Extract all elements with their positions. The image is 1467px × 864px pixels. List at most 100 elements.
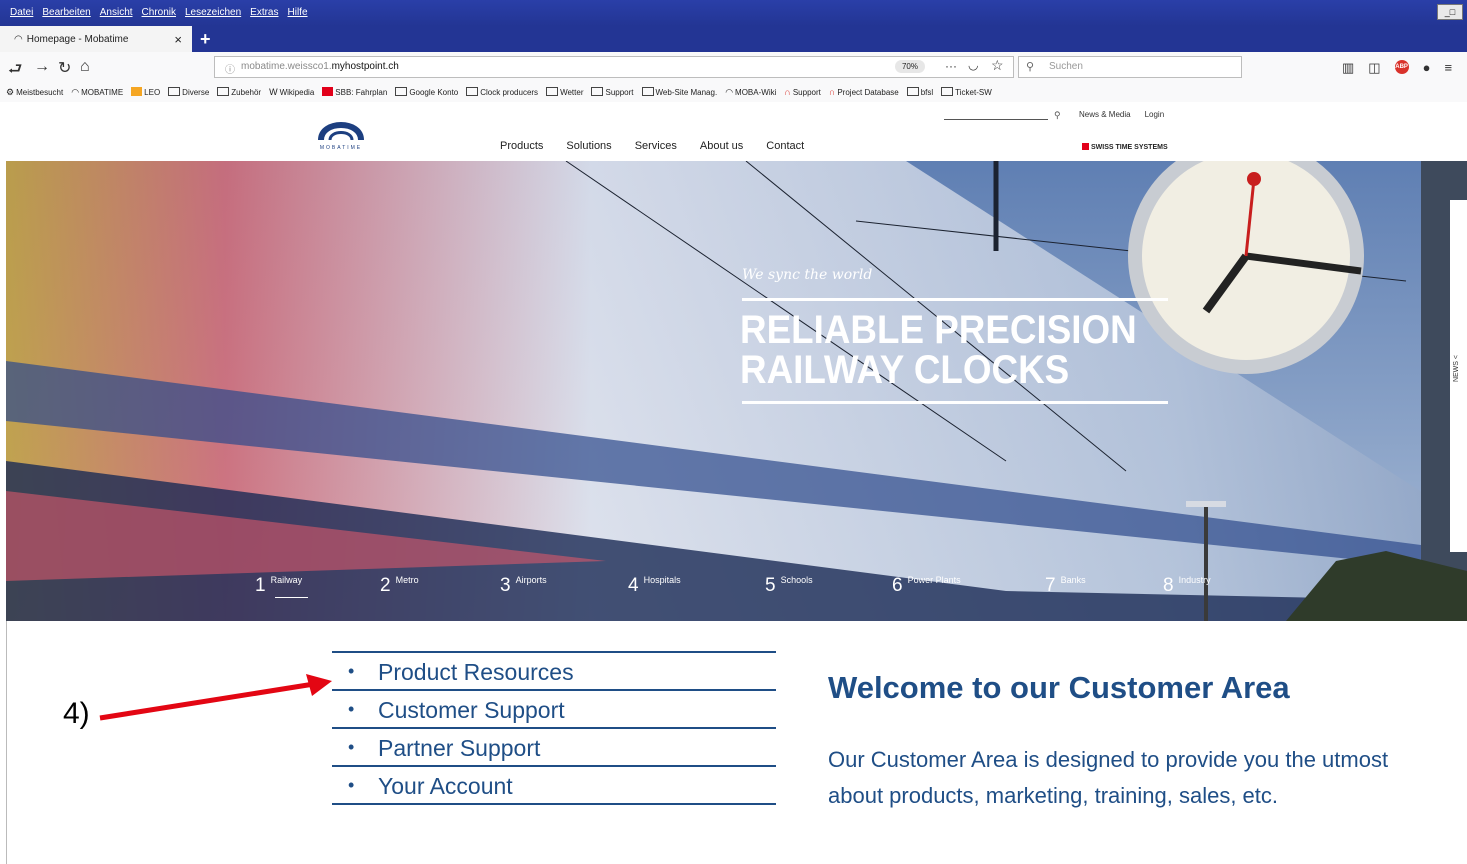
hero-tagline: We sync the world (742, 267, 873, 283)
nav-services[interactable]: Services (635, 140, 677, 152)
bookmark-label: Clock producers (480, 88, 539, 97)
library-icon[interactable]: ▥ (1342, 60, 1354, 76)
intro-text: Our Customer Area is designed to provide… (828, 742, 1467, 814)
bookmark-item[interactable]: Ticket-SW (941, 87, 992, 98)
bookmark-item[interactable]: ◠ MOBATIME (71, 87, 123, 98)
bookmark-item[interactable]: Wetter (546, 87, 583, 98)
bookmark-star-icon[interactable]: ☆ (991, 57, 1004, 74)
hero-photo (6, 161, 1467, 621)
search-input[interactable]: ⚲ Suchen (1018, 56, 1242, 78)
slide-tab-industry[interactable]: 8 Industry (1163, 575, 1211, 597)
menu-chronik[interactable]: Chronik (142, 7, 176, 18)
menu-item-label: Partner Support (378, 735, 541, 761)
bookmark-item[interactable]: Google Konto (395, 87, 458, 98)
menu-extras[interactable]: Extras (250, 7, 278, 18)
bookmark-item[interactable]: Diverse (168, 87, 209, 98)
bookmark-label: SBB: Fahrplan (335, 88, 388, 97)
folder-icon (641, 87, 654, 96)
window-controls[interactable]: _□ (1437, 4, 1463, 20)
back-icon[interactable]: ⮐ (8, 58, 22, 85)
bookmark-item[interactable]: ⚙ Meistbesucht (6, 87, 63, 98)
browser-tab[interactable]: ◠ Homepage - Mobatime × (0, 26, 192, 52)
address-bar[interactable]: ⓘ mobatime.weissco1.myhostpoint.ch 70% ·… (214, 56, 1014, 78)
intro-line-1: Our Customer Area is designed to provide… (828, 747, 1389, 772)
page-actions-icon[interactable]: ··· (945, 59, 957, 73)
search-icon[interactable]: ⚲ (1054, 110, 1061, 121)
hero-headline-line2: RAILWAY CLOCKS (740, 348, 1070, 392)
slide-label: Railway (270, 575, 303, 585)
info-icon[interactable]: ⓘ (225, 61, 235, 76)
forward-icon[interactable]: → (34, 58, 50, 76)
hero-banner (6, 161, 1467, 621)
menu-ansicht[interactable]: Ansicht (100, 7, 133, 18)
menu-item-product-resources[interactable]: • Product Resources (332, 651, 776, 689)
slide-tab-hospitals[interactable]: 4 Hospitals (628, 575, 681, 597)
slide-number: 3 (500, 575, 511, 596)
nav-solutions[interactable]: Solutions (566, 140, 611, 152)
news-media-link[interactable]: News & Media (1079, 110, 1131, 119)
sidebar-icon[interactable]: ◫ (1368, 60, 1380, 76)
bookmark-item[interactable]: bfsl (906, 87, 934, 98)
bookmark-item[interactable]: LEO (131, 87, 160, 98)
bookmark-item[interactable]: W Wikipedia (269, 87, 314, 98)
bookmark-item[interactable]: Zubehör (217, 87, 261, 98)
bookmark-item[interactable]: Web-Site Manag. (641, 87, 717, 98)
login-link[interactable]: Login (1145, 110, 1165, 119)
slide-tab-power-plants[interactable]: 6 Power Plants (892, 575, 961, 597)
news-tab-label: NEWS < (1453, 355, 1460, 383)
adblock-icon[interactable]: ABP (1394, 60, 1409, 74)
slide-label: Metro (395, 575, 419, 585)
bookmark-label: Ticket-SW (955, 88, 992, 97)
menu-lesezeichen[interactable]: Lesezeichen (185, 7, 241, 18)
slide-tab-railway[interactable]: 1 Railway (255, 575, 302, 597)
bookmark-label: bfsl (920, 88, 934, 97)
news-side-tab[interactable]: NEWS < (1450, 200, 1467, 552)
bookmark-item[interactable]: SBB: Fahrplan (322, 87, 387, 98)
nav-about-us[interactable]: About us (700, 140, 743, 152)
slide-tab-airports[interactable]: 3 Airports (500, 575, 547, 597)
new-tab-button[interactable]: + (200, 29, 211, 50)
bookmark-item[interactable]: Support (591, 87, 634, 98)
pocket-icon[interactable]: ◡ (968, 58, 978, 72)
bookmark-label: MOBA-Wiki (735, 88, 777, 97)
moba-icon: ◠ (71, 87, 80, 97)
bookmark-item[interactable]: Clock producers (466, 87, 538, 98)
bookmark-label: MOBATIME (81, 88, 124, 97)
slide-tab-metro[interactable]: 2 Metro (380, 575, 419, 597)
top-links: News & Media Login (1079, 110, 1164, 119)
menu-item-your-account[interactable]: • Your Account (332, 765, 776, 805)
menu-datei[interactable]: Datei (10, 7, 33, 18)
bookmark-label: Google Konto (409, 88, 459, 97)
close-tab-icon[interactable]: × (174, 32, 182, 47)
zoom-indicator[interactable]: 70% (895, 60, 925, 73)
folder-icon (546, 87, 559, 96)
account-icon[interactable]: ● (1423, 60, 1431, 76)
menu-item-label: Your Account (378, 773, 513, 799)
site-search-field[interactable] (944, 119, 1048, 120)
slide-tab-schools[interactable]: 5 Schools (765, 575, 813, 597)
bookmark-label: LEO (144, 88, 161, 97)
nav-contact[interactable]: Contact (766, 140, 804, 152)
menu-hilfe[interactable]: Hilfe (288, 7, 308, 18)
menu-item-partner-support[interactable]: • Partner Support (332, 727, 776, 765)
window-menubar: Datei Bearbeiten Ansicht Chronik Lesezei… (0, 0, 1467, 26)
welcome-title: Welcome to our Customer Area (828, 670, 1290, 705)
bookmark-label: Wetter (560, 88, 584, 97)
bookmark-item[interactable]: ∩ Project Database (829, 87, 899, 98)
sbb-icon (322, 87, 334, 96)
toolbar-icons: ▥ ◫ ABP ● ≡ (1342, 60, 1452, 76)
bookmark-label: Support (605, 88, 634, 97)
slide-label: Industry (1178, 575, 1211, 585)
customer-menu: • Product Resources • Customer Support •… (332, 651, 776, 805)
home-icon[interactable]: ⌂ (80, 58, 90, 76)
nav-products[interactable]: Products (500, 140, 543, 152)
menu-item-customer-support[interactable]: • Customer Support (332, 689, 776, 727)
reload-icon[interactable]: ↻ (58, 58, 71, 78)
slide-tab-banks[interactable]: 7 Banks (1045, 575, 1086, 597)
bookmark-item[interactable]: ◠ MOBA-Wiki (725, 87, 776, 98)
menu-bearbeiten[interactable]: Bearbeiten (42, 7, 90, 18)
bookmark-item[interactable]: ∩ Support (784, 87, 821, 98)
menu-icon[interactable]: ≡ (1444, 60, 1452, 76)
tab-strip: ◠ Homepage - Mobatime × + (0, 26, 1467, 52)
menu-item-label: Product Resources (378, 659, 574, 685)
